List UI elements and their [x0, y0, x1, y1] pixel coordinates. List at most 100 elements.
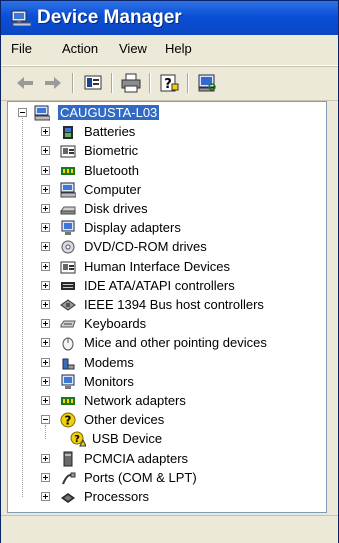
- svg-text:?: ?: [65, 414, 72, 428]
- tree-node-label: Human Interface Devices: [84, 258, 230, 274]
- expand-toggle[interactable]: [41, 146, 50, 156]
- svg-text:?: ?: [164, 77, 172, 92]
- display-adapter-icon: [61, 220, 75, 236]
- expand-toggle[interactable]: [41, 280, 50, 290]
- tree-category-node[interactable]: Bluetooth: [8, 162, 326, 180]
- expand-toggle[interactable]: [41, 357, 50, 367]
- unknown-device-warning-icon: ?: [70, 431, 86, 447]
- battery-icon: [63, 126, 73, 140]
- tree-category-node[interactable]: Keyboards: [8, 315, 326, 333]
- expand-toggle[interactable]: [41, 338, 50, 348]
- menu-file[interactable]: File: [11, 41, 32, 56]
- tree-node-label: Modems: [84, 354, 134, 370]
- tree-node-label: DVD/CD-ROM drives: [84, 239, 207, 255]
- processor-icon: [61, 493, 75, 503]
- expand-toggle[interactable]: [41, 472, 50, 482]
- tree-node-label: IEEE 1394 Bus host controllers: [84, 297, 264, 312]
- title-bar[interactable]: Device Manager: [1, 1, 338, 35]
- tree-category-node[interactable]: Ports (COM & LPT): [8, 469, 326, 487]
- mouse-icon: [62, 337, 74, 351]
- network-adapter-icon: [61, 397, 75, 405]
- tree-category-node[interactable]: DVD/CD-ROM drives: [8, 238, 326, 256]
- tree-category-node[interactable]: Monitors: [8, 373, 326, 391]
- biometric-icon: [60, 145, 76, 158]
- tree-node-label: Biometric: [84, 143, 139, 159]
- expand-toggle[interactable]: [41, 261, 50, 271]
- tree-node-label: CAUGUSTA-L03: [58, 105, 160, 120]
- ide-controller-icon: [61, 281, 75, 290]
- menu-view[interactable]: View: [119, 41, 147, 56]
- tree-category-node[interactable]: Display adapters: [8, 219, 326, 237]
- expand-toggle[interactable]: [41, 376, 50, 386]
- device-manager-window: Device Manager File Action View Help ? C…: [0, 0, 339, 543]
- tree-connector-line: [45, 425, 46, 440]
- window-title: Device Manager: [37, 7, 182, 28]
- bluetooth-icon: [61, 166, 75, 175]
- toolbar-separator: [72, 73, 74, 93]
- tree-node-label: Computer: [84, 181, 142, 197]
- dvd-drive-icon: [61, 240, 75, 254]
- tree-node-label: Keyboards: [84, 316, 147, 332]
- expand-toggle[interactable]: [41, 223, 50, 233]
- tree-category-node[interactable]: Computer: [8, 181, 326, 199]
- print-icon[interactable]: [119, 72, 143, 94]
- tree-category-node[interactable]: Mice and other pointing devices: [8, 334, 326, 352]
- tree-node-label: USB Device: [92, 431, 163, 447]
- back-arrow-icon[interactable]: [13, 72, 37, 94]
- tree-category-node[interactable]: Disk drives: [8, 200, 326, 218]
- expand-toggle[interactable]: [41, 184, 50, 194]
- forward-arrow-icon[interactable]: [41, 72, 65, 94]
- tree-category-node[interactable]: PCMCIA adapters: [8, 450, 326, 468]
- tree-node-label: IDE ATA/ATAPI controllers: [84, 277, 235, 293]
- properties-icon[interactable]: [81, 72, 105, 94]
- menu-action[interactable]: Action: [62, 41, 98, 56]
- svg-text:?: ?: [74, 434, 80, 445]
- collapse-toggle[interactable]: [41, 415, 50, 425]
- monitor-icon: [61, 374, 75, 389]
- computer-icon: [60, 182, 76, 198]
- tree-category-node[interactable]: Modems: [8, 354, 326, 372]
- collapse-toggle[interactable]: [18, 108, 27, 117]
- device-manager-icon: [11, 10, 32, 26]
- expand-toggle[interactable]: [41, 453, 50, 463]
- expand-toggle[interactable]: [41, 300, 50, 309]
- tree-node-label: PCMCIA adapters: [84, 450, 189, 466]
- scan-hardware-icon[interactable]: [195, 72, 219, 94]
- expand-toggle[interactable]: [41, 492, 50, 501]
- status-bar: [1, 515, 338, 543]
- menu-help[interactable]: Help: [165, 41, 192, 56]
- hid-icon: [60, 261, 76, 274]
- tree-category-node[interactable]: Biometric: [8, 142, 326, 160]
- tree-category-node[interactable]: IEEE 1394 Bus host controllers: [8, 296, 326, 314]
- tree-node-label: Monitors: [84, 373, 134, 389]
- toolbar: ?: [1, 66, 338, 101]
- computer-icon: [34, 105, 50, 121]
- tree-node-label: Ports (COM & LPT): [84, 469, 197, 485]
- tree-category-node[interactable]: Batteries: [8, 123, 326, 141]
- expand-toggle[interactable]: [41, 319, 50, 329]
- tree-device-node[interactable]: ? USB Device: [8, 430, 326, 448]
- expand-toggle[interactable]: [41, 127, 50, 137]
- unknown-device-icon: ?: [60, 412, 76, 428]
- menu-bar: File Action View Help: [1, 35, 338, 66]
- help-icon[interactable]: ?: [157, 72, 181, 94]
- port-icon: [62, 472, 76, 485]
- tree-node-label: Other devices: [84, 412, 165, 428]
- tree-node-label: Display adapters: [84, 220, 181, 236]
- toolbar-separator: [149, 73, 151, 93]
- expand-toggle[interactable]: [41, 204, 50, 213]
- modem-icon: [62, 358, 75, 370]
- tree-category-node[interactable]: Human Interface Devices: [8, 258, 326, 276]
- tree-node-label: Bluetooth: [84, 162, 139, 178]
- expand-toggle[interactable]: [41, 396, 50, 405]
- toolbar-separator: [187, 73, 189, 93]
- device-tree[interactable]: CAUGUSTA-L03 Batteries Biometric Bluetooth C…: [7, 101, 327, 513]
- tree-category-node[interactable]: Network adapters: [8, 392, 326, 410]
- tree-root-node[interactable]: CAUGUSTA-L03: [8, 104, 326, 122]
- expand-toggle[interactable]: [41, 165, 50, 175]
- tree-category-node[interactable]: IDE ATA/ATAPI controllers: [8, 277, 326, 295]
- tree-category-node[interactable]: Processors: [8, 488, 326, 506]
- tree-category-node[interactable]: ? Other devices: [8, 411, 326, 429]
- expand-toggle[interactable]: [41, 242, 50, 252]
- tree-node-label: Batteries: [84, 124, 136, 140]
